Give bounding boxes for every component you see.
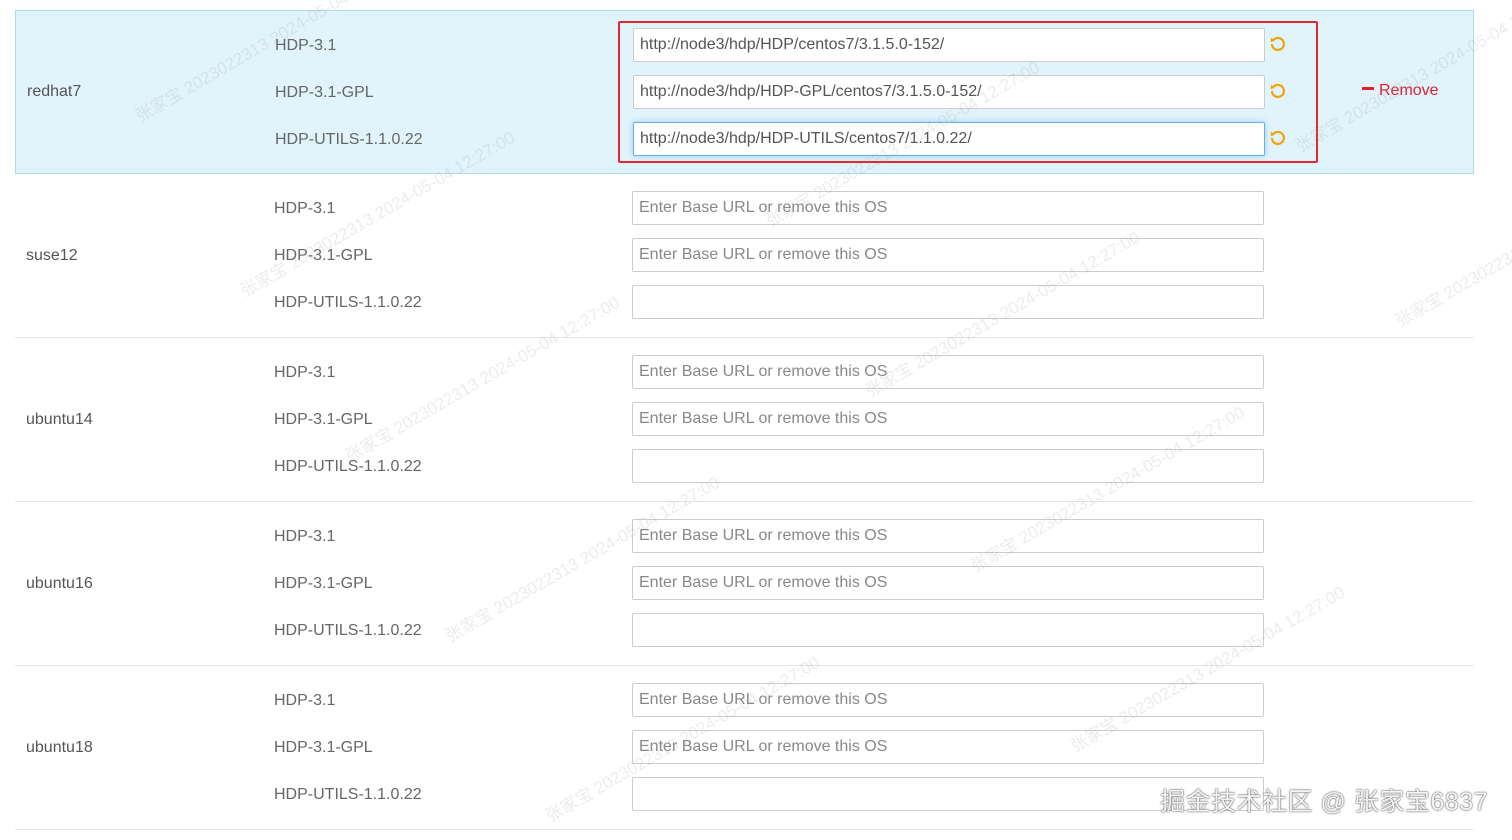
base-url-input[interactable]: [632, 613, 1264, 647]
undo-icon[interactable]: [1270, 130, 1286, 146]
repo-name: HDP-UTILS-1.1.0.22: [274, 458, 422, 475]
repo-name: HDP-UTILS-1.1.0.22: [274, 622, 422, 639]
repo-name: HDP-3.1-GPL: [274, 247, 373, 264]
os-row-ubuntu16: ubuntu16 HDP-3.1 HDP-3.1-GPL HDP-UTILS-1…: [15, 502, 1474, 666]
repo-line: HDP-3.1: [15, 519, 1474, 555]
base-url-input[interactable]: [632, 519, 1264, 553]
repo-name: HDP-3.1: [274, 364, 336, 381]
repo-line: HDP-3.1: [15, 683, 1474, 719]
repo-line: HDP-3.1-GPL: [16, 75, 1473, 111]
repo-name: HDP-3.1: [274, 200, 336, 217]
brand-watermark: 掘金技术社区 @ 张家宝6837: [1160, 788, 1488, 816]
repo-line: HDP-UTILS-1.1.0.22: [16, 122, 1473, 158]
undo-icon[interactable]: [1270, 83, 1286, 99]
repo-name: HDP-3.1-GPL: [274, 411, 373, 428]
repo-name: HDP-3.1-GPL: [275, 84, 374, 101]
repo-line: HDP-3.1: [16, 28, 1473, 64]
repo-line: HDP-3.1: [15, 355, 1474, 391]
remove-label: Remove: [1379, 82, 1439, 99]
base-url-input[interactable]: [632, 355, 1264, 389]
repo-line: HDP-UTILS-1.1.0.22: [15, 285, 1474, 321]
os-row-redhat7: redhat7 HDP-3.1 HDP-3.1-GPL HDP-UTILS-1.…: [15, 10, 1474, 174]
repo-line: HDP-UTILS-1.1.0.22: [15, 449, 1474, 485]
base-url-input[interactable]: [632, 449, 1264, 483]
repo-name: HDP-UTILS-1.1.0.22: [274, 294, 422, 311]
base-url-input[interactable]: [632, 402, 1264, 436]
base-url-input[interactable]: [632, 285, 1264, 319]
repo-name: HDP-3.1-GPL: [274, 575, 373, 592]
base-url-input[interactable]: [632, 191, 1264, 225]
repo-name: HDP-3.1: [274, 692, 336, 709]
repo-name: HDP-UTILS-1.1.0.22: [275, 131, 423, 148]
os-row-suse12: suse12 HDP-3.1 HDP-3.1-GPL HDP-UTILS-1.1…: [15, 174, 1474, 338]
base-url-input[interactable]: [633, 75, 1265, 109]
base-url-input[interactable]: [633, 122, 1265, 156]
base-url-input[interactable]: [632, 238, 1264, 272]
undo-icon[interactable]: [1270, 36, 1286, 52]
repo-line: HDP-UTILS-1.1.0.22: [15, 613, 1474, 649]
base-url-input[interactable]: [633, 28, 1265, 62]
repo-name: HDP-3.1: [274, 528, 336, 545]
base-url-input[interactable]: [632, 683, 1264, 717]
os-repo-table: redhat7 HDP-3.1 HDP-3.1-GPL HDP-UTILS-1.…: [15, 10, 1474, 830]
repo-name: HDP-UTILS-1.1.0.22: [274, 786, 422, 803]
base-url-input[interactable]: [632, 730, 1264, 764]
repo-name: HDP-3.1-GPL: [274, 739, 373, 756]
minus-icon: [1362, 87, 1374, 91]
repo-line: HDP-3.1: [15, 191, 1474, 227]
repo-line: HDP-3.1-GPL: [15, 730, 1474, 766]
base-url-input[interactable]: [632, 566, 1264, 600]
repo-line: HDP-3.1-GPL: [15, 402, 1474, 438]
repo-name: HDP-3.1: [275, 37, 337, 54]
remove-os-button[interactable]: Remove: [1362, 82, 1439, 100]
repo-line: HDP-3.1-GPL: [15, 238, 1474, 274]
repo-line: HDP-3.1-GPL: [15, 566, 1474, 602]
os-row-ubuntu14: ubuntu14 HDP-3.1 HDP-3.1-GPL HDP-UTILS-1…: [15, 338, 1474, 502]
